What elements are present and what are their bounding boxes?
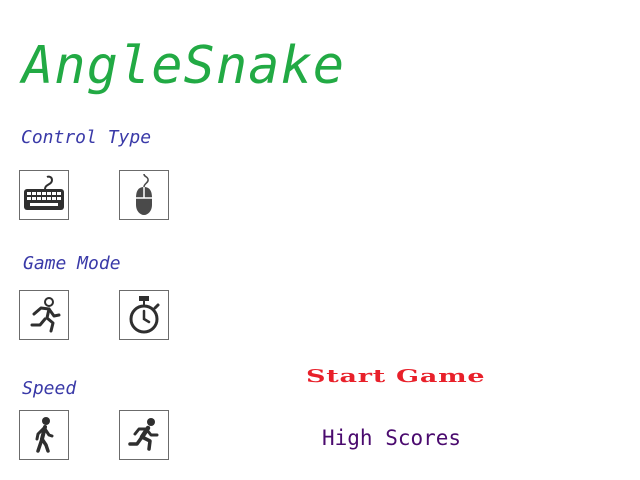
- timed-mode-button[interactable]: [119, 290, 169, 340]
- high-scores-button[interactable]: High Scores: [322, 425, 461, 451]
- endless-mode-button[interactable]: [19, 290, 69, 340]
- slow-speed-button[interactable]: [19, 410, 69, 460]
- stopwatch-icon: [129, 296, 160, 334]
- running-person-icon: [30, 297, 61, 333]
- game-title: AngleSnake: [22, 36, 346, 96]
- keyboard-control-button[interactable]: [19, 170, 69, 220]
- main-menu-screen: AngleSnake Control Type Game Mode Speed …: [0, 0, 640, 480]
- mouse-control-button[interactable]: [119, 170, 169, 220]
- walking-person-icon: [35, 417, 54, 453]
- fast-speed-button[interactable]: [119, 410, 169, 460]
- keyboard-icon: [24, 175, 64, 210]
- start-game-button[interactable]: Start Game: [306, 364, 485, 390]
- mouse-icon: [136, 173, 152, 215]
- sprinting-person-icon: [128, 418, 159, 451]
- control-type-label: Control Type: [21, 127, 152, 148]
- game-mode-label: Game Mode: [23, 253, 121, 274]
- speed-label: Speed: [22, 378, 77, 399]
